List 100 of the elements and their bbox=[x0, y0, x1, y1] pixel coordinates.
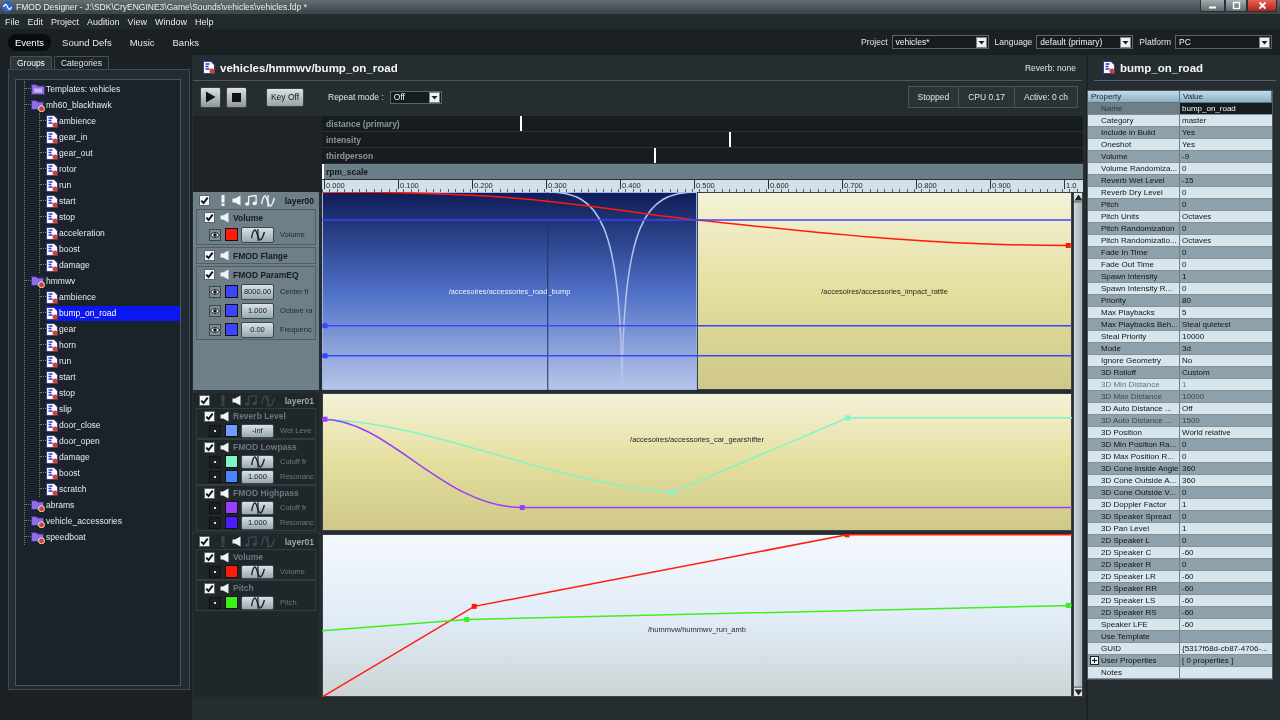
visibility-toggle[interactable] bbox=[209, 424, 221, 437]
tree-item[interactable]: hmmwv bbox=[31, 273, 79, 289]
value-field[interactable]: 360 bbox=[1180, 463, 1272, 475]
expand-icon[interactable] bbox=[1090, 656, 1099, 665]
tree-item[interactable]: horn bbox=[46, 337, 79, 353]
visibility-toggle[interactable] bbox=[209, 516, 221, 529]
envelope-curve[interactable] bbox=[322, 192, 1071, 248]
up-arrow-icon[interactable] bbox=[1073, 193, 1083, 201]
value-field[interactable]: Yes bbox=[1180, 139, 1272, 151]
value-field[interactable]: Steal quietest bbox=[1180, 319, 1272, 331]
value-field[interactable]: Custom bbox=[1180, 367, 1272, 379]
value-field[interactable]: 0 bbox=[1180, 535, 1272, 547]
tree-item[interactable]: mh60_blackhawk bbox=[31, 97, 115, 113]
selector-dropdown[interactable]: vehicles* bbox=[891, 35, 989, 49]
checkbox[interactable] bbox=[204, 269, 215, 280]
mode-tab[interactable]: Music bbox=[122, 33, 162, 51]
value-field[interactable]: 0 bbox=[1180, 187, 1272, 199]
speaker-icon[interactable] bbox=[220, 582, 229, 594]
column-header[interactable]: Property bbox=[1088, 91, 1180, 103]
envelope-button[interactable] bbox=[241, 564, 274, 579]
value-field[interactable]: master bbox=[1180, 115, 1272, 127]
value-field[interactable]: 10000 bbox=[1180, 331, 1272, 343]
value-field[interactable]: 0 bbox=[1180, 559, 1272, 571]
play-button[interactable] bbox=[200, 86, 221, 108]
selector-dropdown[interactable]: PC bbox=[1175, 35, 1272, 49]
sidebar-tab[interactable]: Categories bbox=[53, 56, 109, 69]
checkbox[interactable] bbox=[204, 582, 215, 594]
speaker-icon[interactable] bbox=[232, 395, 241, 406]
tree-item[interactable]: vehicle_accessories bbox=[31, 513, 126, 529]
envelope-button[interactable] bbox=[241, 454, 274, 469]
stop-button[interactable] bbox=[226, 86, 247, 108]
value-field[interactable]: -60 bbox=[1180, 547, 1272, 559]
envelope-button[interactable] bbox=[241, 595, 274, 610]
tree-item[interactable]: bump_on_road bbox=[46, 305, 180, 321]
visibility-toggle[interactable] bbox=[209, 470, 221, 483]
visibility-toggle[interactable] bbox=[209, 565, 221, 578]
value-field[interactable]: 0 bbox=[1180, 283, 1272, 295]
menu-item[interactable]: File bbox=[1, 16, 24, 27]
tree-item[interactable]: gear_out bbox=[46, 145, 96, 161]
tree-item[interactable]: run bbox=[46, 177, 75, 193]
checkbox[interactable] bbox=[204, 250, 215, 261]
tree-item[interactable]: rotor bbox=[46, 161, 80, 177]
tree-item[interactable]: speedboat bbox=[31, 529, 89, 545]
tree-item[interactable]: acceleration bbox=[46, 225, 108, 241]
value-field[interactable]: Octaves bbox=[1180, 211, 1272, 223]
value-field[interactable]: 80 bbox=[1180, 295, 1272, 307]
value-field[interactable]: 0 bbox=[1180, 439, 1272, 451]
menu-item[interactable]: Help bbox=[190, 16, 218, 27]
vertical-scrollbar[interactable] bbox=[1073, 192, 1083, 697]
value-field[interactable]: Yes bbox=[1180, 127, 1272, 139]
value-field[interactable]: -60 bbox=[1180, 583, 1272, 595]
value-field[interactable]: 0 bbox=[1180, 223, 1272, 235]
checkbox[interactable] bbox=[204, 410, 215, 422]
visibility-toggle[interactable] bbox=[209, 285, 221, 298]
tree-item[interactable]: abrams bbox=[31, 497, 78, 513]
tree-item[interactable]: door_close bbox=[46, 417, 104, 433]
checkbox[interactable] bbox=[204, 487, 215, 499]
value-field[interactable]: 0 bbox=[1180, 487, 1272, 499]
visibility-toggle[interactable] bbox=[209, 596, 221, 609]
value-field[interactable]: 0 bbox=[1180, 247, 1272, 259]
speaker-icon[interactable] bbox=[220, 410, 229, 422]
tree-item[interactable]: damage bbox=[46, 257, 93, 273]
envelope-button[interactable] bbox=[241, 226, 274, 243]
value-field[interactable]: 0 bbox=[1180, 199, 1272, 211]
speaker-icon[interactable] bbox=[232, 536, 241, 547]
value-field[interactable]: [ 0 properties ] bbox=[1180, 655, 1272, 667]
menu-item[interactable]: Window bbox=[150, 16, 191, 27]
value-field[interactable]: 1 bbox=[1180, 499, 1272, 511]
exclamation-icon[interactable] bbox=[221, 195, 225, 206]
tree-item[interactable]: stop bbox=[46, 209, 79, 225]
tree-item[interactable]: run bbox=[46, 353, 75, 369]
tree-item[interactable]: stop bbox=[46, 385, 79, 401]
value-field[interactable]: -60 bbox=[1180, 595, 1272, 607]
checkbox[interactable] bbox=[199, 395, 210, 406]
mode-tab[interactable]: Sound Defs bbox=[55, 33, 119, 51]
value-field[interactable]: No bbox=[1180, 355, 1272, 367]
speaker-icon[interactable] bbox=[220, 441, 229, 453]
value-field[interactable]: 0 bbox=[1180, 163, 1272, 175]
parameter-row[interactable]: distance (primary) bbox=[322, 116, 1083, 132]
value-field[interactable]: 5 bbox=[1180, 307, 1272, 319]
tree-item[interactable]: damage bbox=[46, 449, 93, 465]
column-header[interactable]: Value bbox=[1180, 91, 1272, 103]
visibility-toggle[interactable] bbox=[209, 304, 221, 317]
value-field[interactable]: -60 bbox=[1180, 571, 1272, 583]
tree-item[interactable]: gear_in bbox=[46, 129, 91, 145]
tree-item[interactable]: start bbox=[46, 369, 79, 385]
tree-item[interactable]: scratch bbox=[46, 481, 90, 497]
tree-item[interactable]: door_open bbox=[46, 433, 103, 449]
visibility-toggle[interactable] bbox=[209, 501, 221, 514]
value-field[interactable]: -9 bbox=[1180, 151, 1272, 163]
tree-item[interactable]: slip bbox=[46, 401, 75, 417]
tree-item[interactable]: ambience bbox=[46, 289, 99, 305]
visibility-toggle[interactable] bbox=[209, 228, 221, 241]
speaker-icon[interactable] bbox=[220, 551, 229, 563]
sidebar-tab[interactable]: Groups bbox=[10, 56, 52, 69]
value-field[interactable]: 1 bbox=[1180, 271, 1272, 283]
value-field[interactable]: 3d bbox=[1180, 343, 1272, 355]
mode-tab[interactable]: Events bbox=[8, 33, 52, 51]
value-field[interactable]: {5317f68d-cb87-4706-... bbox=[1180, 643, 1272, 655]
value-field[interactable]: -15 bbox=[1180, 175, 1272, 187]
